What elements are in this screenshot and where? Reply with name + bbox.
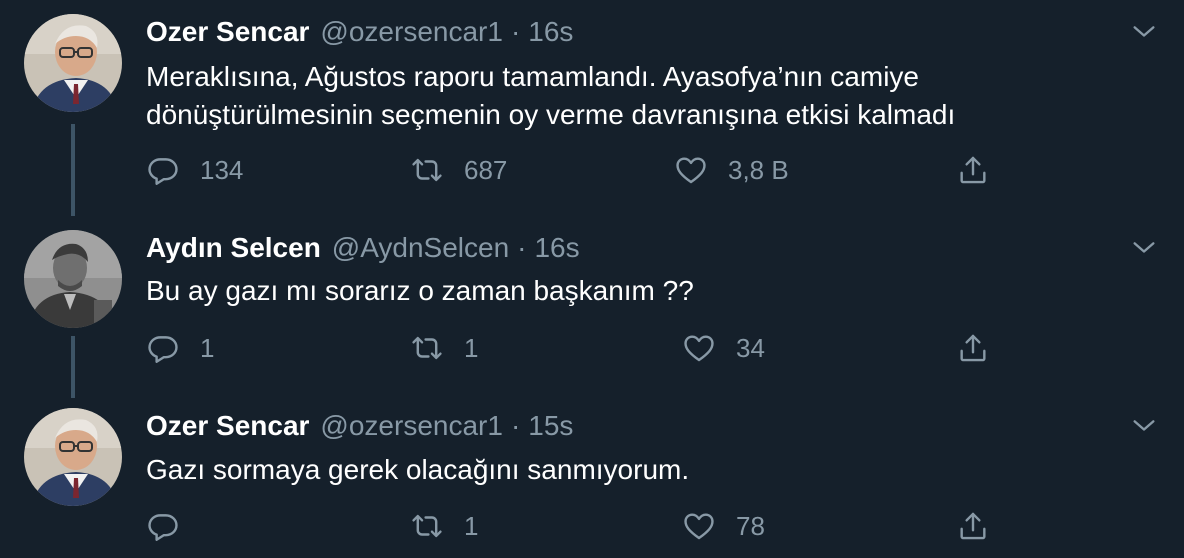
tweet-text-line: dönüştürülmesinin seçmenin oy verme davr… xyxy=(146,99,956,130)
timestamp[interactable]: 16s xyxy=(534,232,579,264)
tweet-text-line: Gazı sormaya gerek olacağını sanmıyorum. xyxy=(146,454,690,485)
like-button[interactable]: 78 xyxy=(682,506,765,546)
reply-count: 1 xyxy=(200,332,215,363)
share-icon xyxy=(960,512,986,540)
tweet[interactable]: Ozer Sencar @ozersencar1 · 15s Gazı sorm… xyxy=(0,398,1184,558)
timestamp[interactable]: 16s xyxy=(528,16,573,48)
retweet-icon xyxy=(412,158,442,182)
like-button[interactable]: 3,8 B xyxy=(674,150,789,190)
timestamp[interactable]: 15s xyxy=(528,410,573,442)
avatar-photo xyxy=(24,230,122,328)
tweet[interactable]: Aydın Selcen @AydnSelcen · 16s Bu ay gaz… xyxy=(0,218,1184,398)
retweet-button[interactable]: 1 xyxy=(410,506,478,546)
author-name[interactable]: Ozer Sencar xyxy=(146,410,309,442)
separator-dot: · xyxy=(510,410,521,441)
heart-icon xyxy=(676,157,706,184)
avatar-photo xyxy=(24,14,122,112)
share-icon xyxy=(960,156,986,184)
thread-connector xyxy=(71,124,75,216)
chevron-down-icon xyxy=(1133,26,1155,37)
retweet-count: 1 xyxy=(464,510,479,541)
reply-icon xyxy=(148,514,178,541)
tweet-text-line: Meraklısına, Ağustos raporu tamamlandı. … xyxy=(146,61,919,92)
author-handle[interactable]: @AydnSelcen xyxy=(332,232,509,264)
more-options-button[interactable] xyxy=(1130,234,1158,262)
tweet-text: Meraklısına, Ağustos raporu tamamlandı. … xyxy=(146,58,1156,134)
share-button[interactable] xyxy=(956,150,990,190)
reply-count: 134 xyxy=(200,154,244,185)
reply-button[interactable]: 1 xyxy=(146,328,214,368)
avatar[interactable] xyxy=(24,230,122,328)
separator-dot: · xyxy=(517,232,527,263)
like-button[interactable]: 34 xyxy=(682,328,765,368)
tweet-header: Ozer Sencar @ozersencar1 · 16s xyxy=(146,12,573,52)
more-options-button[interactable] xyxy=(1130,412,1158,440)
tweet-header: Ozer Sencar @ozersencar1 · 15s xyxy=(146,406,573,446)
thread-connector xyxy=(71,336,75,398)
author-handle[interactable]: @ozersencar1 xyxy=(320,410,503,442)
share-button[interactable] xyxy=(956,328,990,368)
avatar-photo xyxy=(24,408,122,506)
share-icon xyxy=(960,334,986,362)
chevron-down-icon xyxy=(1133,242,1155,253)
retweet-count: 1 xyxy=(464,332,479,363)
avatar[interactable] xyxy=(24,408,122,506)
heart-icon xyxy=(684,513,714,540)
retweet-icon xyxy=(412,336,442,360)
like-count: 3,8 B xyxy=(728,154,789,185)
tweet-header: Aydın Selcen @AydnSelcen · 16s xyxy=(146,228,580,268)
reply-icon xyxy=(148,336,178,363)
tweet-text: Gazı sormaya gerek olacağını sanmıyorum. xyxy=(146,451,1156,489)
avatar[interactable] xyxy=(24,14,122,112)
retweet-icon xyxy=(412,514,442,538)
reply-button[interactable]: 134 xyxy=(146,150,243,190)
chevron-down-icon xyxy=(1133,420,1155,431)
tweet-text-line: Bu ay gazı mı sorarız o zaman başkanım ?… xyxy=(146,275,694,306)
more-options-button[interactable] xyxy=(1130,18,1158,46)
author-name[interactable]: Aydın Selcen xyxy=(146,232,321,264)
like-count: 34 xyxy=(736,332,765,363)
tweet-text: Bu ay gazı mı sorarız o zaman başkanım ?… xyxy=(146,272,1156,310)
reply-button[interactable] xyxy=(146,506,200,546)
separator-dot: · xyxy=(510,16,521,47)
reply-icon xyxy=(148,158,178,185)
tweet-thread: Ozer Sencar @ozersencar1 · 16s Meraklısı… xyxy=(0,0,1184,558)
author-name[interactable]: Ozer Sencar xyxy=(146,16,309,48)
like-count: 78 xyxy=(736,510,765,541)
author-handle[interactable]: @ozersencar1 xyxy=(320,16,503,48)
share-button[interactable] xyxy=(956,506,990,546)
retweet-count: 687 xyxy=(464,154,508,185)
retweet-button[interactable]: 1 xyxy=(410,328,478,368)
heart-icon xyxy=(684,335,714,362)
tweet[interactable]: Ozer Sencar @ozersencar1 · 16s Meraklısı… xyxy=(0,0,1184,218)
retweet-button[interactable]: 687 xyxy=(410,150,507,190)
